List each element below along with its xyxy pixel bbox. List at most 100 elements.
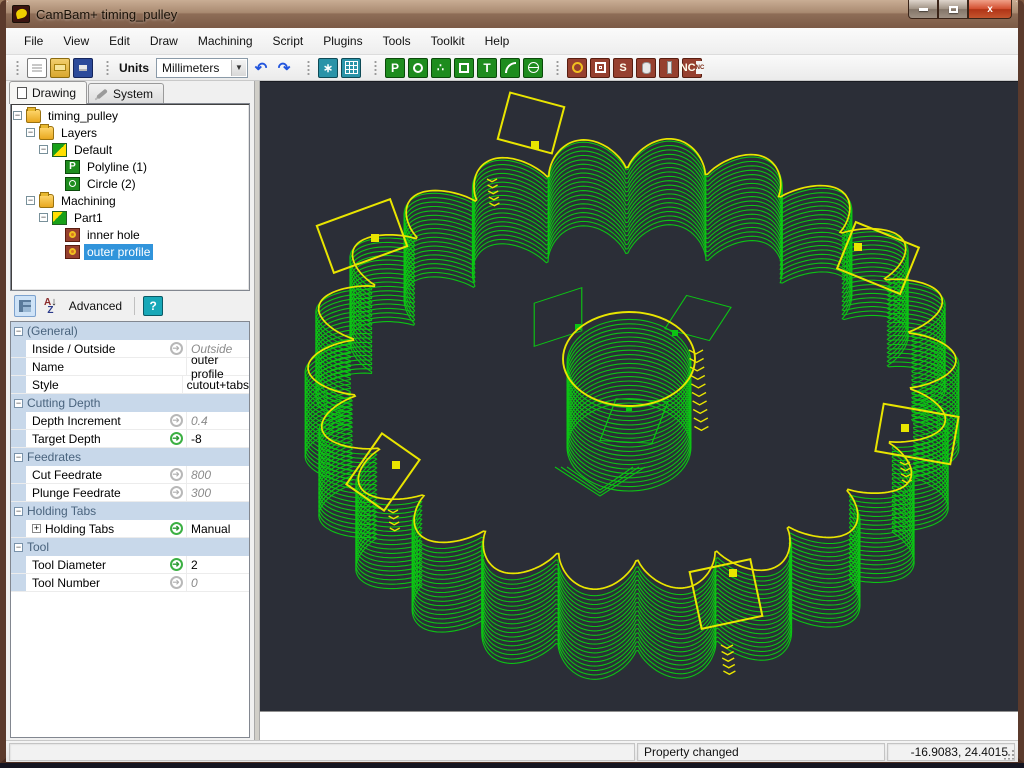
property-grid[interactable]: −(General)Inside / Outside➜OutsideNameou…: [10, 321, 250, 738]
save-file-icon[interactable]: [73, 58, 93, 78]
value-inherited-icon[interactable]: ➜: [170, 486, 183, 499]
sort-alphabetical-button[interactable]: A↓Z: [44, 298, 57, 315]
minimize-button[interactable]: [908, 0, 938, 19]
toolbar-grip[interactable]: [307, 60, 310, 76]
property-row-tool-diameter[interactable]: Tool Diameter➜2: [11, 556, 249, 574]
collapse-icon[interactable]: −: [14, 453, 23, 462]
property-row-tool-number[interactable]: Tool Number➜0: [11, 574, 249, 592]
menu-script[interactable]: Script: [263, 30, 314, 52]
expand-icon[interactable]: +: [32, 524, 41, 533]
menu-view[interactable]: View: [53, 30, 99, 52]
draw-rectangle-icon[interactable]: [454, 58, 474, 78]
section-holding-tabs[interactable]: −Holding Tabs: [11, 502, 249, 520]
value-inherited-icon[interactable]: ➜: [170, 414, 183, 427]
property-value[interactable]: cutout+tabs: [182, 376, 249, 393]
tree-item-part1[interactable]: −Part1: [13, 209, 249, 226]
section--general-[interactable]: −(General): [11, 322, 249, 340]
tree-item-timing-pulley[interactable]: −timing_pulley: [13, 107, 249, 124]
tree-item-layers[interactable]: −Layers: [13, 124, 249, 141]
grid-toggle-icon[interactable]: [341, 58, 361, 78]
property-row-cut-feedrate[interactable]: Cut Feedrate➜800: [11, 466, 249, 484]
collapse-icon[interactable]: −: [14, 507, 23, 516]
property-value[interactable]: outer profile: [186, 358, 249, 375]
toolbar-grip[interactable]: [106, 60, 109, 76]
collapse-icon[interactable]: −: [14, 399, 23, 408]
collapse-icon[interactable]: −: [14, 543, 23, 552]
help-button[interactable]: ?: [143, 296, 163, 316]
tree-expander-icon[interactable]: −: [39, 213, 48, 222]
tree-item-default[interactable]: −Default: [13, 141, 249, 158]
mop-lathe-icon[interactable]: [659, 58, 679, 78]
viewport-3d[interactable]: [260, 81, 1018, 711]
property-row-target-depth[interactable]: Target Depth➜-8: [11, 430, 249, 448]
value-set-icon[interactable]: ➜: [170, 522, 183, 535]
property-value[interactable]: 800: [186, 466, 249, 483]
collapse-icon[interactable]: −: [14, 327, 23, 336]
menu-plugins[interactable]: Plugins: [313, 30, 372, 52]
section-cutting-depth[interactable]: −Cutting Depth: [11, 394, 249, 412]
new-file-icon[interactable]: [27, 58, 47, 78]
value-inherited-icon[interactable]: ➜: [170, 576, 183, 589]
tree-item-polyline-1-[interactable]: PPolyline (1): [13, 158, 249, 175]
property-value[interactable]: 0: [186, 574, 249, 591]
undo-icon[interactable]: ↶: [251, 58, 271, 78]
close-button[interactable]: x: [968, 0, 1012, 19]
property-value[interactable]: 0.4: [186, 412, 249, 429]
maximize-button[interactable]: [938, 0, 968, 19]
value-inherited-icon[interactable]: ➜: [170, 342, 183, 355]
tree-expander-icon[interactable]: −: [26, 196, 35, 205]
draw-surface-icon[interactable]: [523, 58, 543, 78]
menu-tools[interactable]: Tools: [373, 30, 421, 52]
mop-engrave-icon[interactable]: S: [613, 58, 633, 78]
menu-machining[interactable]: Machining: [188, 30, 263, 52]
draw-arc-icon[interactable]: [500, 58, 520, 78]
property-value[interactable]: Manual: [186, 520, 249, 537]
mop-pocket-icon[interactable]: [590, 58, 610, 78]
property-value[interactable]: 300: [186, 484, 249, 501]
section-feedrates[interactable]: −Feedrates: [11, 448, 249, 466]
menu-edit[interactable]: Edit: [99, 30, 140, 52]
edit-points-icon[interactable]: ∗: [318, 58, 338, 78]
property-row-depth-increment[interactable]: Depth Increment➜0.4: [11, 412, 249, 430]
redo-icon[interactable]: ↷: [274, 58, 294, 78]
mop-profile-icon[interactable]: [567, 58, 587, 78]
tab-drawing[interactable]: Drawing: [9, 81, 87, 104]
draw-text-icon[interactable]: T: [477, 58, 497, 78]
menu-toolkit[interactable]: Toolkit: [421, 30, 475, 52]
value-set-icon[interactable]: ➜: [170, 558, 183, 571]
tree-item-inner-hole[interactable]: inner hole: [13, 226, 249, 243]
tree-item-circle-2-[interactable]: Circle (2): [13, 175, 249, 192]
toolbar-grip[interactable]: [556, 60, 559, 76]
property-row-name[interactable]: Nameouter profile: [11, 358, 249, 376]
chevron-down-icon[interactable]: ▼: [231, 60, 246, 76]
title-bar[interactable]: CamBam+ timing_pulley x: [6, 0, 1018, 28]
menu-file[interactable]: File: [14, 30, 53, 52]
tab-system[interactable]: System: [88, 83, 164, 104]
value-inherited-icon[interactable]: ➜: [170, 468, 183, 481]
property-row-holding-tabs[interactable]: +Holding Tabs➜Manual: [11, 520, 249, 538]
tree-expander-icon[interactable]: −: [26, 128, 35, 137]
toolbar-grip[interactable]: [374, 60, 377, 76]
section-tool[interactable]: −Tool: [11, 538, 249, 556]
advanced-button[interactable]: Advanced: [65, 297, 126, 315]
units-combobox[interactable]: Millimeters▼: [156, 58, 248, 78]
mop-gcode-icon[interactable]: NCNC: [682, 58, 702, 78]
open-file-icon[interactable]: [50, 58, 70, 78]
categorized-view-button[interactable]: [14, 295, 36, 317]
draw-points-icon[interactable]: ∴: [431, 58, 451, 78]
drawing-tree[interactable]: −timing_pulley−Layers−DefaultPPolyline (…: [10, 103, 250, 291]
tree-item-outer-profile[interactable]: outer profile: [13, 243, 249, 260]
menu-draw[interactable]: Draw: [140, 30, 188, 52]
property-row-style[interactable]: Stylecutout+tabs: [11, 376, 249, 394]
tree-item-machining[interactable]: −Machining: [13, 192, 249, 209]
draw-circle-icon[interactable]: [408, 58, 428, 78]
mop-drill-icon[interactable]: [636, 58, 656, 78]
menu-help[interactable]: Help: [475, 30, 520, 52]
toolbar-grip[interactable]: [16, 60, 19, 76]
tree-expander-icon[interactable]: −: [39, 145, 48, 154]
value-set-icon[interactable]: ➜: [170, 432, 183, 445]
draw-polyline-icon[interactable]: P: [385, 58, 405, 78]
property-value[interactable]: 2: [186, 556, 249, 573]
property-row-plunge-feedrate[interactable]: Plunge Feedrate➜300: [11, 484, 249, 502]
property-value[interactable]: -8: [186, 430, 249, 447]
